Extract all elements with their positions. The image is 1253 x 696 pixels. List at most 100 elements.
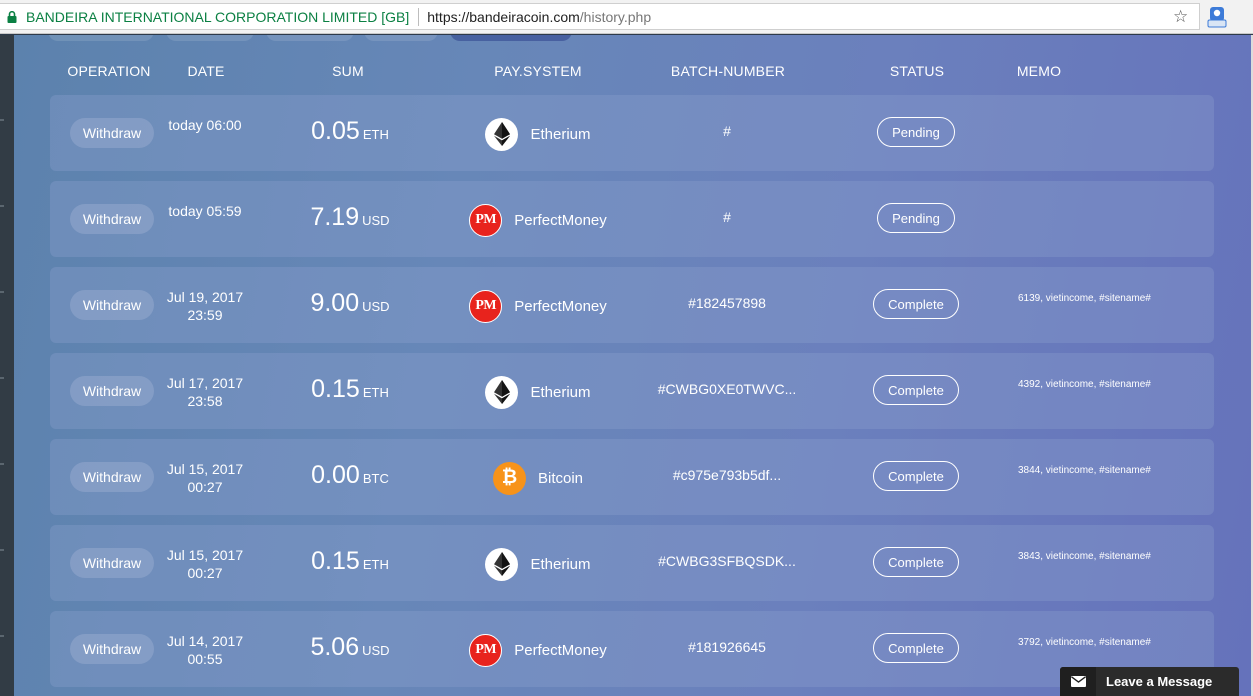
pay-system-name: PerfectMoney [514, 297, 607, 315]
ethereum-icon [485, 117, 519, 151]
pay-system-cell: PM PerfectMoney [440, 633, 636, 667]
address-bar[interactable]: BANDEIRA INTERNATIONAL CORPORATION LIMIT… [0, 3, 1200, 30]
status-badge[interactable]: Complete [873, 633, 959, 663]
ethereum-icon [485, 547, 519, 581]
date-cell: today 05:59 [150, 202, 260, 220]
header-status: STATUS [889, 63, 945, 79]
sum-cell: 0.05 ETH [270, 117, 430, 146]
batch-number: #181926645 [688, 639, 766, 655]
withdraw-button[interactable]: Withdraw [70, 376, 154, 406]
header-pay-system: PAY.SYSTEM [494, 63, 582, 79]
sum-cell: 5.06 USD [270, 633, 430, 662]
pay-system-cell: ₿ Bitcoin [440, 461, 636, 495]
pay-system-name: Etherium [530, 383, 591, 401]
date-cell: Jul 17, 2017 23:58 [150, 374, 260, 410]
perfectmoney-icon: PM [469, 633, 503, 667]
table-row: Withdraw Jul 15, 2017 00:27 0.15 ETH Etherium… [50, 525, 1214, 601]
perfectmoney-icon: PM [469, 289, 503, 323]
url-host: https://bandeiracoin.com [427, 8, 580, 25]
ethereum-icon [485, 375, 519, 409]
header-operation: OPERATION [67, 63, 151, 79]
status-badge[interactable]: Complete [873, 289, 959, 319]
bitcoin-icon: ₿ [492, 461, 526, 495]
url-path: /history.php [579, 8, 652, 25]
sum-amount: 5.06 [310, 633, 360, 661]
date-cell: Jul 15, 2017 00:27 [150, 546, 260, 582]
pay-system-cell: Etherium [440, 547, 636, 581]
table-header: OPERATION DATE SUM PAY.SYSTEM BATCH-NUMB… [14, 35, 1251, 95]
table-row: Withdraw Jul 14, 2017 00:55 5.06 USD PM Perfec… [50, 611, 1214, 687]
batch-number: # [723, 209, 731, 225]
bookmark-star-icon[interactable]: ☆ [1173, 7, 1188, 27]
leave-message-widget[interactable]: Leave a Message [1060, 667, 1239, 696]
time-line: 23:59 [187, 307, 223, 323]
pay-system-name: Bitcoin [537, 469, 584, 487]
status-badge[interactable]: Complete [873, 547, 959, 577]
date-cell: Jul 19, 2017 23:59 [150, 288, 260, 324]
sum-amount: 7.19 [310, 203, 360, 231]
history-page: OPERATION DATE SUM PAY.SYSTEM BATCH-NUMB… [14, 35, 1251, 696]
sum-currency: USD [362, 213, 390, 228]
withdraw-button[interactable]: Withdraw [70, 548, 154, 578]
pay-system-cell: PM PerfectMoney [440, 289, 636, 323]
date-cell: Jul 14, 2017 00:55 [150, 632, 260, 668]
date-line: Jul 19, 2017 [166, 289, 244, 305]
pay-system-name: PerfectMoney [514, 641, 607, 659]
time-line: 00:27 [187, 565, 223, 581]
pay-system-name: PerfectMoney [514, 211, 607, 229]
table-row: Withdraw Jul 17, 2017 23:58 0.15 ETH Etherium… [50, 353, 1214, 429]
batch-number: # [723, 123, 731, 139]
header-date: DATE [187, 63, 225, 79]
memo-text: 3843, vietincome, #sitename# [1018, 551, 1151, 562]
memo-text: 4392, vietincome, #sitename# [1018, 379, 1151, 390]
batch-number: #CWBG0XE0TWVC... [657, 381, 797, 397]
withdraw-button[interactable]: Withdraw [70, 290, 154, 320]
sum-currency: BTC [362, 471, 389, 486]
batch-number: #182457898 [688, 295, 766, 311]
date-line: Jul 17, 2017 [166, 375, 244, 391]
perfectmoney-icon: PM [469, 203, 503, 237]
memo-text: 3792, vietincome, #sitename# [1018, 637, 1151, 648]
date-line: today 06:00 [168, 117, 242, 133]
pay-system-cell: PM PerfectMoney [440, 203, 636, 237]
pay-system-cell: Etherium [440, 375, 636, 409]
batch-number: #CWBG3SFBQSDK... [658, 553, 796, 569]
withdraw-button[interactable]: Withdraw [70, 204, 154, 234]
sum-amount: 0.00 [311, 461, 360, 489]
lock-icon [5, 10, 19, 24]
pay-system-name: Etherium [530, 125, 591, 143]
status-badge[interactable]: Pending [877, 203, 955, 233]
date-line: Jul 15, 2017 [166, 547, 244, 563]
sum-currency: ETH [362, 127, 389, 142]
sum-amount: 0.05 [311, 117, 360, 145]
memo-text: 6139, vietincome, #sitename# [1018, 293, 1151, 304]
date-cell: today 06:00 [150, 116, 260, 134]
sum-currency: ETH [362, 385, 389, 400]
table-row: Withdraw Jul 15, 2017 00:27 0.00 BTC ₿ Bitcoin… [50, 439, 1214, 515]
extension-icon[interactable] [1207, 6, 1227, 28]
memo-text: 3844, vietincome, #sitename# [1018, 465, 1151, 476]
status-badge[interactable]: Pending [877, 117, 955, 147]
table-row: Withdraw Jul 19, 2017 23:59 9.00 USD PM Perfec… [50, 267, 1214, 343]
withdraw-button[interactable]: Withdraw [70, 118, 154, 148]
sum-cell: 0.15 ETH [270, 547, 430, 576]
site-identity: BANDEIRA INTERNATIONAL CORPORATION LIMIT… [26, 8, 410, 25]
withdraw-button[interactable]: Withdraw [70, 462, 154, 492]
date-cell: Jul 15, 2017 00:27 [150, 460, 260, 496]
sum-currency: USD [362, 643, 390, 658]
batch-number: #c975e793b5df... [672, 467, 782, 483]
header-memo: MEMO [1016, 63, 1062, 79]
date-line: Jul 15, 2017 [166, 461, 244, 477]
time-line: 00:55 [187, 651, 223, 667]
sum-currency: USD [362, 299, 390, 314]
status-badge[interactable]: Complete [873, 375, 959, 405]
status-badge[interactable]: Complete [873, 461, 959, 491]
address-divider [418, 7, 420, 26]
pay-system-cell: Etherium [440, 117, 636, 151]
withdraw-button[interactable]: Withdraw [70, 634, 154, 664]
time-line: 00:27 [187, 479, 223, 495]
sum-cell: 0.00 BTC [270, 461, 430, 490]
time-line: 23:58 [187, 393, 223, 409]
envelope-icon [1060, 667, 1096, 696]
sum-amount: 0.15 [311, 375, 360, 403]
